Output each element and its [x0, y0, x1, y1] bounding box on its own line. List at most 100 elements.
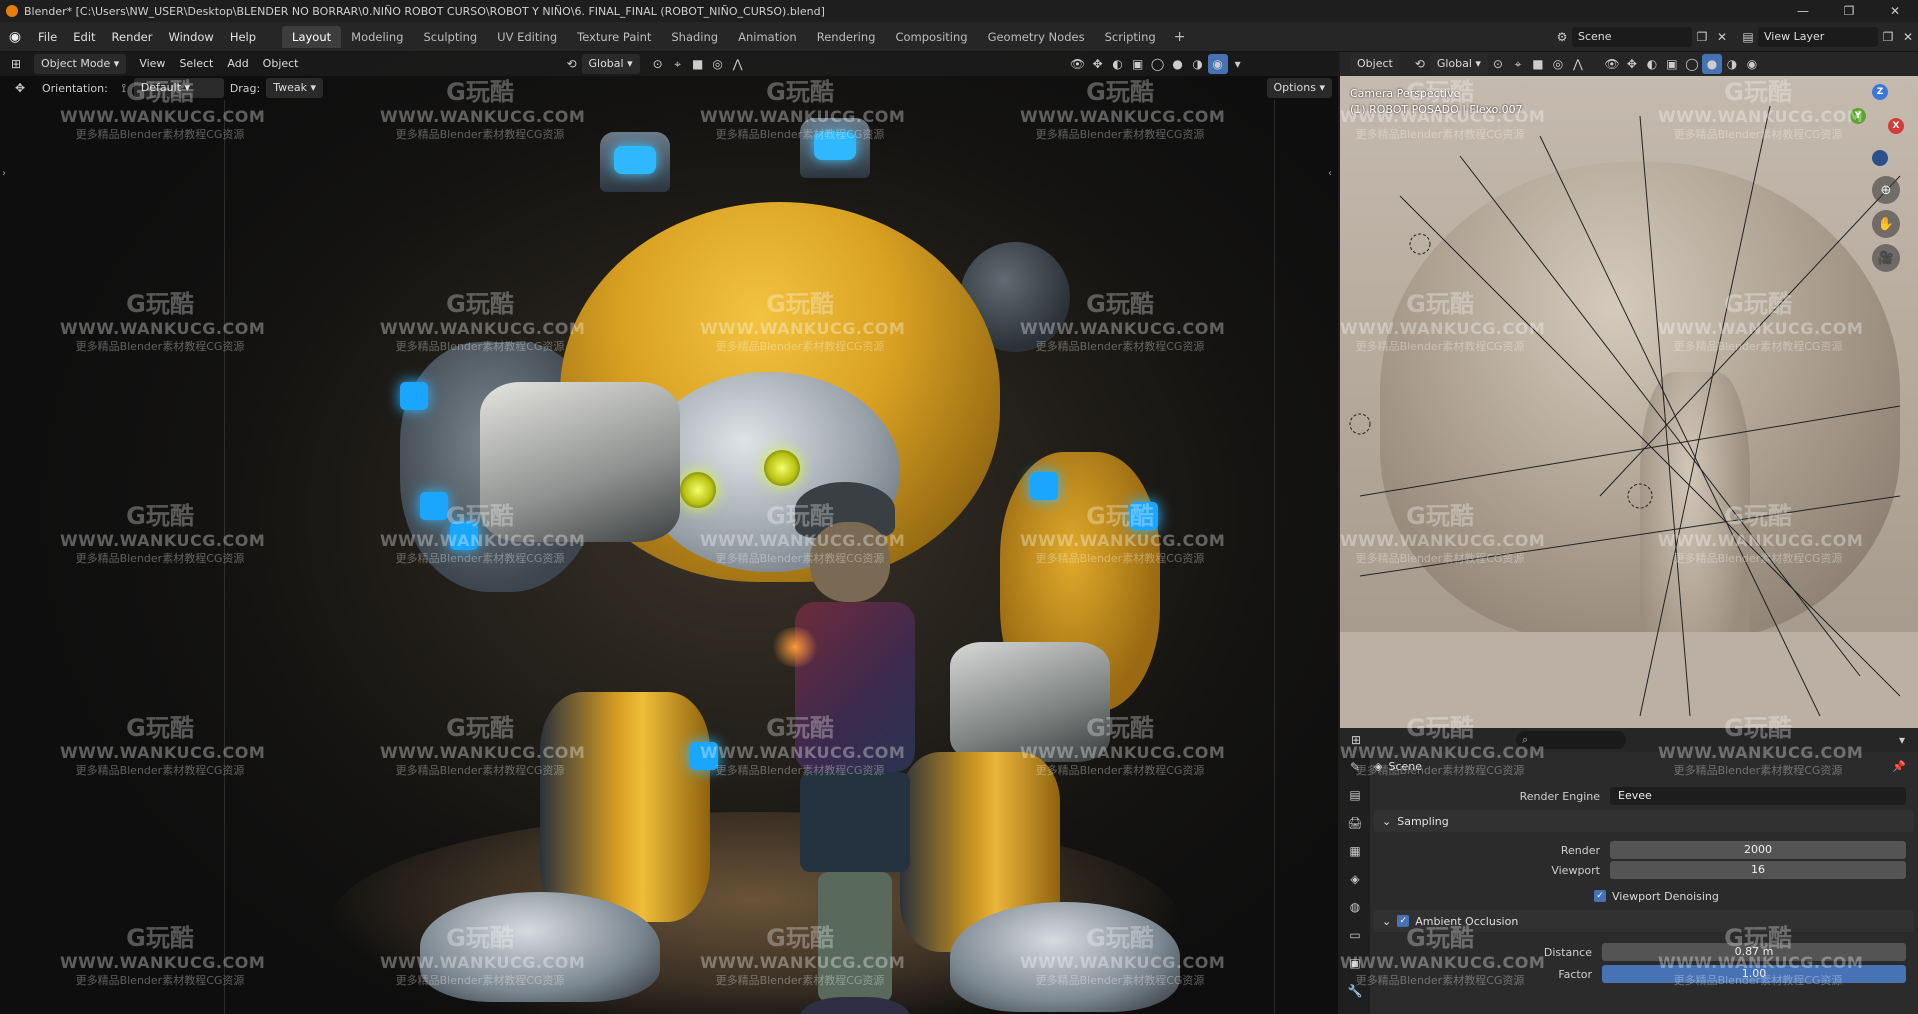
- gizmo-icon[interactable]: ✥: [1088, 54, 1108, 74]
- camera-shading-wire-icon[interactable]: ◯: [1682, 54, 1702, 74]
- menu-file[interactable]: File: [30, 22, 65, 52]
- camera-xray-icon[interactable]: ▣: [1662, 54, 1682, 74]
- delete-scene-icon[interactable]: ✕: [1712, 27, 1732, 47]
- scene-field[interactable]: Scene: [1572, 27, 1692, 47]
- maximize-button[interactable]: ❐: [1826, 0, 1872, 22]
- light-gizmo[interactable]: [1349, 413, 1371, 435]
- viewport-menu-add[interactable]: Add: [220, 54, 255, 74]
- ambient-occlusion-checkbox[interactable]: ✓: [1397, 915, 1410, 927]
- camera-snap-icon[interactable]: ⌖: [1508, 54, 1528, 74]
- tab-uv-editing[interactable]: UV Editing: [487, 26, 567, 48]
- shading-rendered-icon[interactable]: ◉: [1207, 54, 1228, 74]
- sampling-section-header[interactable]: ⌄ Sampling: [1374, 810, 1914, 832]
- viewport-menu-object[interactable]: Object: [256, 54, 306, 74]
- ao-distance-field[interactable]: 0.87 m: [1602, 943, 1906, 961]
- pivot-icon[interactable]: ⊙: [648, 54, 668, 74]
- orientation-dropdown[interactable]: Default ▾: [133, 78, 224, 98]
- camera-falloff-icon[interactable]: ⋀: [1568, 54, 1588, 74]
- editor-type-icon[interactable]: ⊞: [6, 54, 26, 74]
- transform-space-dropdown[interactable]: Global ▾: [581, 54, 640, 74]
- tool-tab-icon[interactable]: ✎: [1345, 758, 1365, 776]
- delete-view-layer-icon[interactable]: ✕: [1898, 27, 1918, 47]
- tab-animation[interactable]: Animation: [728, 26, 807, 48]
- snap-target-icon[interactable]: ■: [688, 54, 708, 74]
- main-3d-viewport[interactable]: ⊞ Object Mode ▾ View Select Add Object ⟲…: [0, 52, 1338, 1014]
- camera-pivot-icon[interactable]: ⊙: [1488, 54, 1508, 74]
- gizmo-z-axis[interactable]: Z: [1872, 84, 1888, 100]
- camera-shading-rendered-icon[interactable]: ◉: [1742, 54, 1762, 74]
- snap-icon[interactable]: ⌖: [668, 54, 688, 74]
- tab-sculpting[interactable]: Sculpting: [413, 26, 487, 48]
- ambient-occlusion-section-header[interactable]: ⌄ ✓ Ambient Occlusion: [1374, 910, 1914, 932]
- pan-hand-icon[interactable]: ✋: [1872, 210, 1900, 238]
- ao-factor-field[interactable]: 1.00: [1602, 965, 1906, 983]
- camera-gizmo-icon[interactable]: ✥: [1622, 54, 1642, 74]
- viewport-samples-field[interactable]: 16: [1610, 861, 1906, 879]
- add-workspace-icon[interactable]: +: [1166, 29, 1194, 45]
- gizmo-neg-z-axis[interactable]: [1872, 150, 1888, 166]
- camera-shading-material-icon[interactable]: ◑: [1722, 54, 1742, 74]
- gizmo-y-axis[interactable]: Y: [1850, 108, 1866, 124]
- blender-logo-icon[interactable]: ◉: [0, 22, 30, 52]
- camera-snap-target-icon[interactable]: ■: [1528, 54, 1548, 74]
- camera-proportional-icon[interactable]: ◎: [1548, 54, 1568, 74]
- drag-dropdown[interactable]: Tweak ▾: [266, 78, 324, 98]
- tab-compositing[interactable]: Compositing: [885, 26, 977, 48]
- camera-visibility-icon[interactable]: 👁: [1602, 54, 1622, 74]
- navigation-gizmo[interactable]: Z Y X ⊕ ✋ 🎥: [1848, 84, 1912, 272]
- camera-view-icon[interactable]: 🎥: [1872, 244, 1900, 272]
- shading-material-icon[interactable]: ◑: [1188, 54, 1208, 74]
- properties-options-icon[interactable]: ▾: [1892, 730, 1912, 750]
- new-view-layer-icon[interactable]: ❐: [1878, 27, 1898, 47]
- camera-overlays-icon[interactable]: ◐: [1642, 54, 1662, 74]
- transform-orientation-icon[interactable]: ⟲: [562, 54, 582, 74]
- new-scene-icon[interactable]: ❐: [1692, 27, 1712, 47]
- overlays-icon[interactable]: ◐: [1108, 54, 1128, 74]
- camera-viewport[interactable]: Camera Perspective (1) ROBOT POSADO | Fl…: [1340, 52, 1918, 728]
- world-tab-icon[interactable]: ◍: [1345, 898, 1365, 916]
- properties-editor-type-icon[interactable]: ⊞: [1346, 730, 1366, 750]
- modifier-tab-icon[interactable]: 🔧: [1345, 982, 1365, 1000]
- camera-transform-space-dropdown[interactable]: Global ▾: [1429, 54, 1488, 74]
- proportional-edit-icon[interactable]: ◎: [708, 54, 728, 74]
- render-samples-field[interactable]: 2000: [1610, 841, 1906, 859]
- scene-tab-icon[interactable]: ◈: [1345, 870, 1365, 888]
- output-tab-icon[interactable]: 🖨: [1345, 814, 1365, 832]
- scene-icon[interactable]: ⚙: [1552, 27, 1572, 47]
- object-mode-dropdown[interactable]: Object Mode ▾: [34, 54, 127, 74]
- tab-layout[interactable]: Layout: [282, 25, 342, 48]
- viewport-menu-select[interactable]: Select: [172, 54, 220, 74]
- tab-scripting[interactable]: Scripting: [1095, 26, 1166, 48]
- falloff-icon[interactable]: ⋀: [728, 54, 748, 74]
- visibility-icon[interactable]: 👁: [1068, 54, 1088, 74]
- shading-wireframe-icon[interactable]: ◯: [1148, 54, 1168, 74]
- sidebar-toggle-icon[interactable]: ‹: [1328, 168, 1332, 179]
- render-tab-icon[interactable]: ▤: [1345, 786, 1365, 804]
- tab-modeling[interactable]: Modeling: [341, 26, 413, 48]
- options-dropdown[interactable]: Options ▾: [1266, 78, 1332, 98]
- menu-render[interactable]: Render: [104, 22, 161, 52]
- view-layer-field[interactable]: View Layer: [1758, 27, 1878, 47]
- minimize-button[interactable]: —: [1780, 0, 1826, 22]
- close-button[interactable]: ✕: [1872, 0, 1918, 22]
- view-layer-tab-icon[interactable]: ▦: [1345, 842, 1365, 860]
- shading-options-icon[interactable]: ▾: [1228, 54, 1248, 74]
- gizmo-x-axis[interactable]: X: [1888, 118, 1904, 134]
- light-gizmo[interactable]: [1409, 233, 1431, 255]
- toolbar-toggle-icon[interactable]: ›: [2, 168, 6, 179]
- menu-edit[interactable]: Edit: [65, 22, 103, 52]
- menu-window[interactable]: Window: [160, 22, 221, 52]
- tab-texture-paint[interactable]: Texture Paint: [567, 26, 661, 48]
- pin-icon[interactable]: 📌: [1892, 760, 1906, 773]
- properties-search-input[interactable]: ⌕: [1516, 731, 1626, 749]
- render-engine-dropdown[interactable]: Eevee: [1610, 787, 1906, 805]
- zoom-icon[interactable]: ⊕: [1872, 176, 1900, 204]
- collection-tab-icon[interactable]: ▭: [1345, 926, 1365, 944]
- viewport-menu-view[interactable]: View: [132, 54, 172, 74]
- move-tool-icon[interactable]: ✥: [10, 78, 30, 98]
- xray-icon[interactable]: ▣: [1128, 54, 1148, 74]
- camera-shading-solid-icon[interactable]: ●: [1701, 54, 1722, 74]
- viewport-denoising-checkbox[interactable]: ✓: [1594, 890, 1606, 902]
- tab-rendering[interactable]: Rendering: [807, 26, 886, 48]
- menu-help[interactable]: Help: [222, 22, 264, 52]
